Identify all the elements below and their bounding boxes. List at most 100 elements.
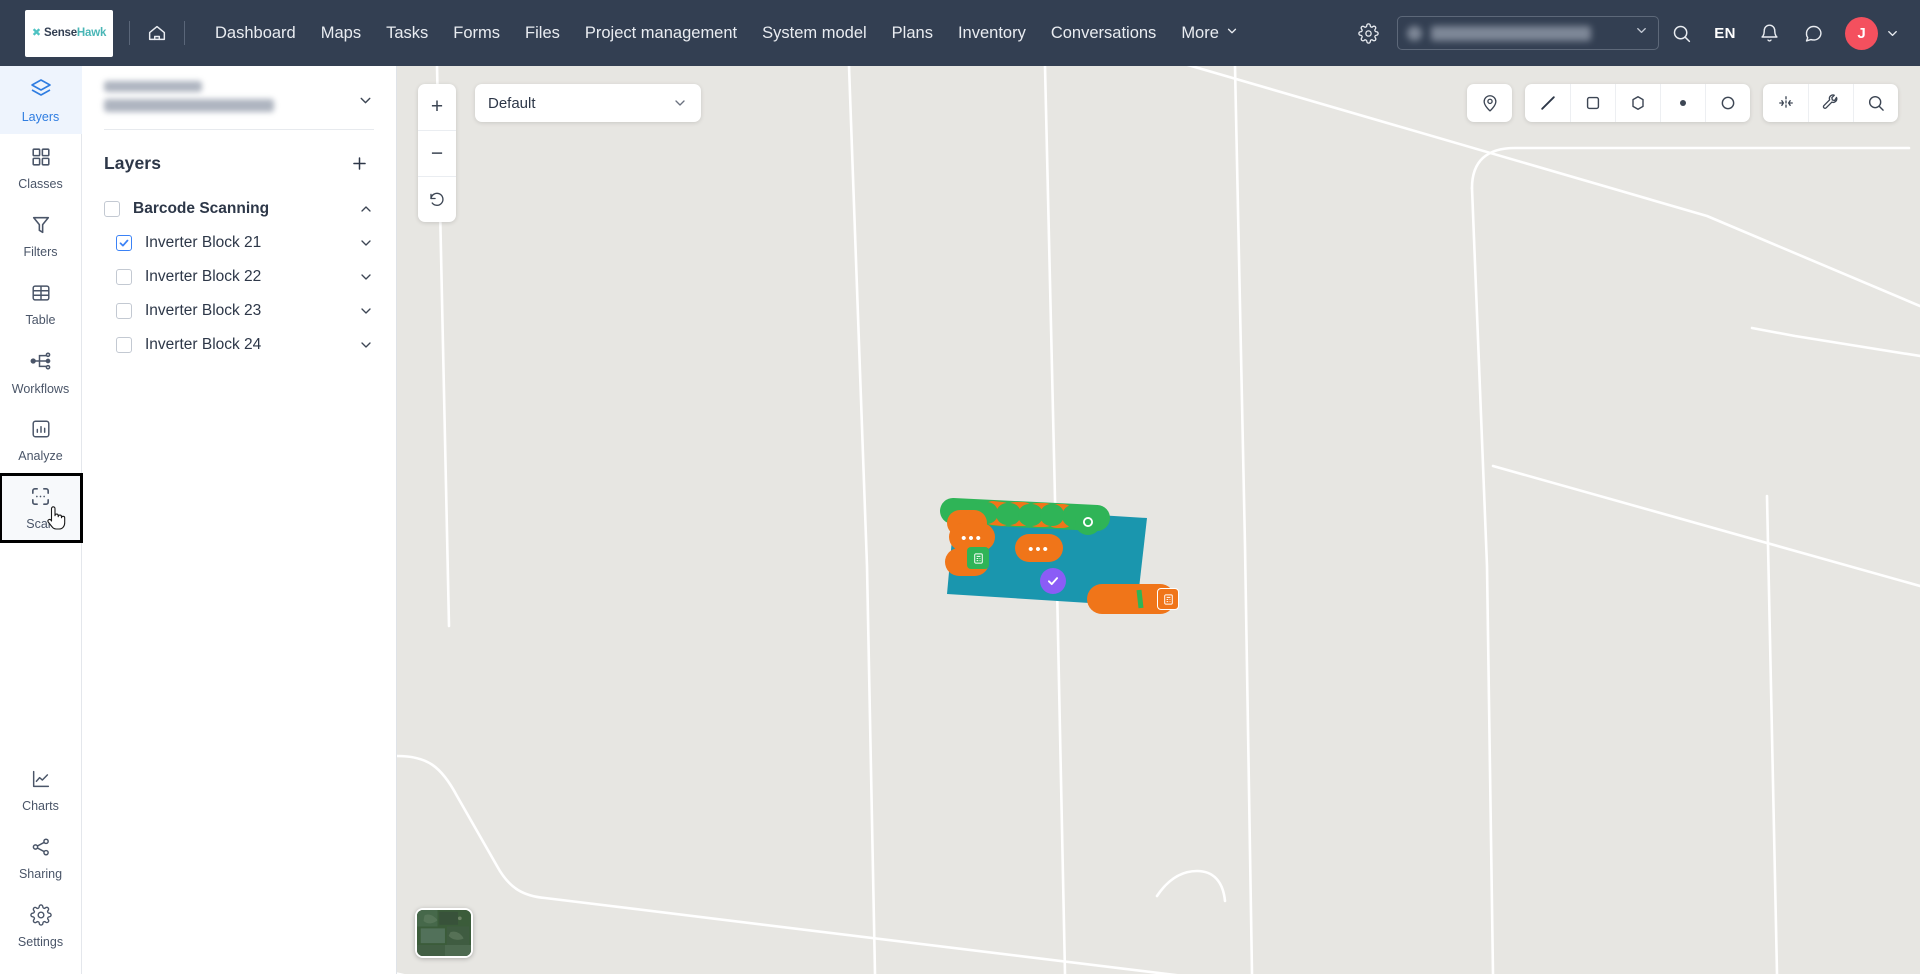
rail-item-settings[interactable]: Settings [0,892,82,960]
rail-item-filters[interactable]: Filters [0,202,82,270]
rail-item-charts[interactable]: Charts [0,756,82,824]
divider [184,21,185,45]
layer-label: Inverter Block 22 [145,268,262,285]
panel-project-header[interactable] [82,66,396,119]
rail-item-sharing[interactable]: Sharing [0,824,82,892]
logo-mark-icon: ✖ [31,26,42,39]
layer-item-inverter-block-22[interactable]: Inverter Block 22 [82,260,396,294]
layer-label: Inverter Block 21 [145,234,262,251]
verified-marker[interactable] [1040,568,1066,594]
basemap-select[interactable]: Default [475,84,701,122]
chevron-down-icon [1634,23,1649,43]
bar-chart-icon [30,418,52,445]
share-icon [30,836,52,863]
chevron-down-icon[interactable] [358,269,374,285]
rail-label-filters: Filters [23,244,58,259]
rail-label-layers: Layers [21,109,60,124]
nav-project-management[interactable]: Project management [585,25,737,42]
layer-checkbox[interactable] [116,269,132,285]
nav-dashboard[interactable]: Dashboard [215,25,296,42]
global-search-icon[interactable] [1659,11,1703,55]
chevron-down-icon[interactable] [357,78,374,114]
satellite-thumbnail [417,910,471,956]
layer-checkbox[interactable] [116,337,132,353]
layer-checkbox[interactable] [116,303,132,319]
chevron-down-icon[interactable] [358,337,374,353]
sensehawk-logo[interactable]: ✖ SenseHawk [25,9,113,57]
map-tools [1467,84,1898,122]
rail-label-scan: Scan [26,517,55,532]
barcode-marker-1[interactable] [967,547,989,569]
layer-label: Inverter Block 24 [145,336,262,353]
reset-view-button[interactable] [418,176,456,222]
chevron-down-icon [672,95,688,111]
chevron-down-icon[interactable] [358,235,374,251]
tool-group-draw [1525,84,1750,122]
gear-icon [29,904,52,931]
left-rail: Layers Classes Filters Table Workflows A… [0,66,83,974]
add-layer-button[interactable] [344,148,374,178]
nav-system-model[interactable]: System model [762,25,867,42]
layers-panel: Layers Barcode Scanning Inverter Block 2… [82,66,397,974]
draw-point-tool[interactable] [1660,84,1705,122]
rail-item-table[interactable]: Table [0,270,82,338]
draw-polygon-tool[interactable] [1615,84,1660,122]
layer-group-barcode-scanning[interactable]: Barcode Scanning [82,192,396,226]
grid-icon [30,146,52,173]
chevron-down-icon[interactable] [1885,26,1900,41]
project-subtitle-redacted [104,81,202,92]
draw-rectangle-tool[interactable] [1570,84,1615,122]
rail-item-classes[interactable]: Classes [0,134,82,202]
map-canvas[interactable]: ••• ••• + − Default [397,66,1920,974]
map-search-icon[interactable] [1853,84,1898,122]
nav-plans[interactable]: Plans [892,25,933,42]
layers-title-row: Layers [82,130,396,192]
layer-label: Barcode Scanning [133,200,270,217]
chevron-up-icon[interactable] [358,201,374,217]
draw-circle-tool[interactable] [1705,84,1750,122]
home-icon[interactable] [146,22,168,44]
satellite-basemap-toggle[interactable] [415,908,473,958]
zoom-out-button[interactable]: − [418,130,456,176]
language-selector[interactable]: EN [1703,11,1747,55]
workflow-icon [29,349,53,378]
rail-item-workflows[interactable]: Workflows [0,338,82,406]
chat-bubble-icon[interactable] [1791,11,1835,55]
snap-tool[interactable] [1763,84,1808,122]
layer-item-inverter-block-23[interactable]: Inverter Block 23 [82,294,396,328]
layer-item-inverter-block-24[interactable]: Inverter Block 24 [82,328,396,362]
scan-complete-marker[interactable] [1075,509,1101,535]
panel-project-text [104,78,357,119]
nav-conversations[interactable]: Conversations [1051,25,1156,42]
nav-more[interactable]: More [1181,24,1239,42]
barcode-marker-2[interactable] [1157,588,1179,610]
layer-item-inverter-block-21[interactable]: Inverter Block 21 [82,226,396,260]
main-navigation: Dashboard Maps Tasks Forms Files Project… [215,24,1239,42]
zoom-in-button[interactable]: + [418,84,456,130]
rail-item-analyze[interactable]: Analyze [0,406,82,474]
avatar[interactable]: J [1845,16,1878,50]
chevron-down-icon[interactable] [358,303,374,319]
scan-icon [29,485,52,513]
draw-line-tool[interactable] [1525,84,1570,122]
gear-icon[interactable] [1358,22,1379,44]
bell-icon[interactable] [1747,11,1791,55]
nav-maps[interactable]: Maps [321,25,361,42]
line-chart-icon [30,768,52,795]
wrench-icon[interactable] [1808,84,1853,122]
project-selector[interactable] [1397,16,1659,50]
funnel-icon [30,214,52,241]
nav-tasks[interactable]: Tasks [386,25,428,42]
rail-item-scan[interactable]: Scan [0,473,83,543]
inverter-block-21-feature[interactable] [397,66,1920,974]
nav-files[interactable]: Files [525,25,560,42]
place-marker-tool[interactable] [1467,84,1512,122]
marker-cluster-dots-label-2: ••• [1028,540,1050,558]
top-bar: ✖ SenseHawk Dashboard Maps Tasks Forms F… [0,0,1920,66]
layer-checkbox[interactable] [104,201,120,217]
page-title: Layers [104,152,162,173]
layer-checkbox[interactable] [116,235,132,251]
rail-item-layers[interactable]: Layers [0,66,82,134]
nav-forms[interactable]: Forms [453,25,500,42]
nav-inventory[interactable]: Inventory [958,25,1026,42]
